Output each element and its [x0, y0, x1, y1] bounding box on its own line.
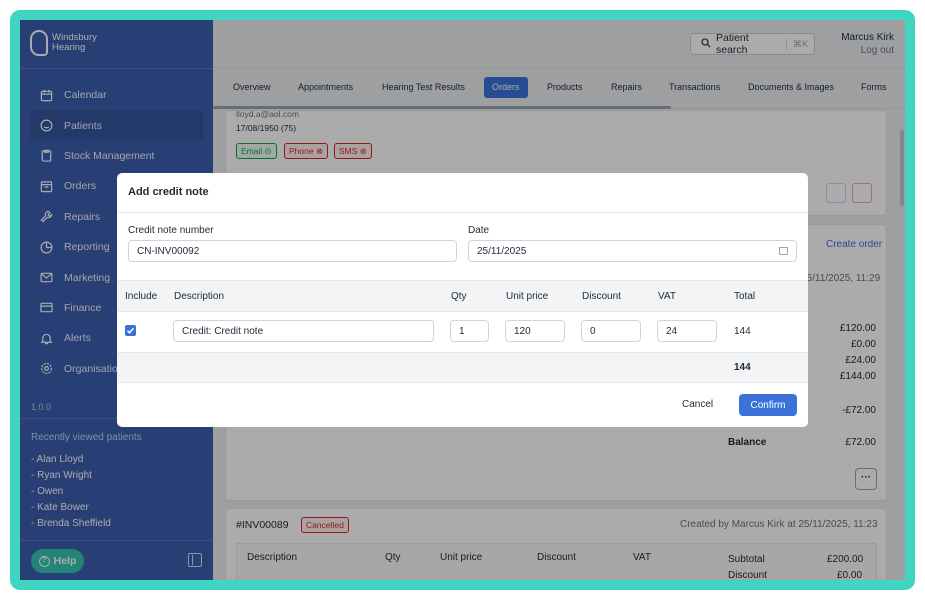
check-icon [126, 327, 135, 334]
col-include: Include [125, 291, 158, 302]
col-discount: Discount [582, 291, 621, 302]
col-vat: VAT [658, 291, 676, 302]
include-checkbox[interactable] [125, 325, 136, 336]
line-discount-input[interactable]: 0 [581, 320, 641, 342]
credit-table-header: Include Description Qty Unit price Disco… [117, 280, 808, 312]
line-qty-input[interactable]: 1 [450, 320, 489, 342]
date-input[interactable]: 25/11/2025 [468, 240, 797, 262]
line-vat-input[interactable]: 24 [657, 320, 717, 342]
col-description: Description [174, 291, 225, 302]
line-description-input[interactable]: Credit: Credit note [173, 320, 434, 342]
app-window: Windsbury Hearing Calendar Patients Stock… [20, 20, 905, 580]
line-unit-price-input[interactable]: 120 [505, 320, 565, 342]
dialog-title: Add credit note [117, 173, 808, 213]
col-total: Total [734, 291, 756, 302]
credit-total-row: 144 [117, 352, 808, 383]
add-credit-note-dialog: Add credit note Credit note number CN-IN… [117, 173, 808, 427]
date-value: 25/11/2025 [477, 245, 527, 257]
cancel-button[interactable]: Cancel [682, 399, 713, 410]
line-total: 144 [734, 326, 751, 337]
confirm-button[interactable]: Confirm [739, 394, 797, 416]
credit-note-number-label: Credit note number [128, 225, 214, 236]
col-qty: Qty [451, 291, 467, 302]
calendar-icon[interactable] [779, 247, 788, 255]
date-label: Date [468, 225, 490, 236]
col-unit-price: Unit price [506, 291, 549, 302]
credit-note-number-input[interactable]: CN-INV00092 [128, 240, 457, 262]
grand-total: 144 [734, 362, 751, 373]
